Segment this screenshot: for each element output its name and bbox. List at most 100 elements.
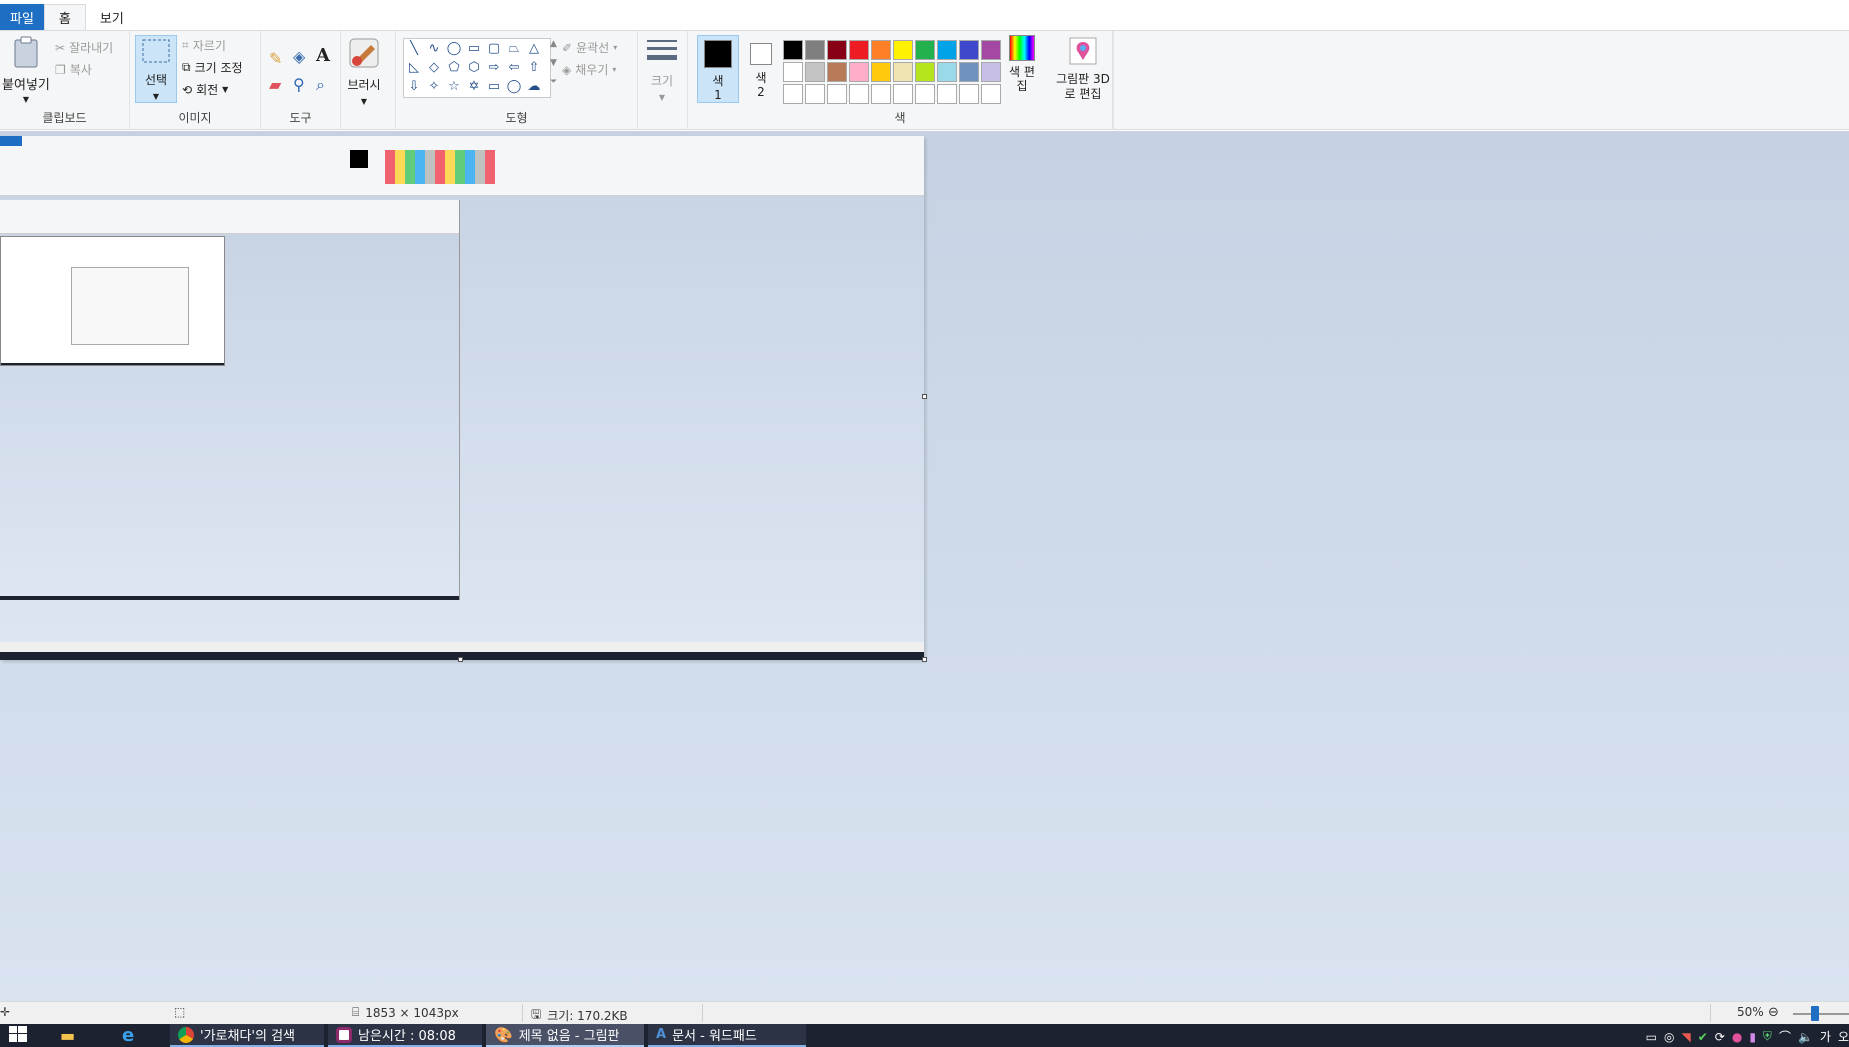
- taskbar-item-wordpad[interactable]: A 문서 - 워드패드: [648, 1024, 806, 1047]
- brush-button[interactable]: 브러시 ▼: [347, 37, 381, 106]
- right-arrow-shape-icon[interactable]: ⇨: [484, 58, 504, 77]
- palette-swatch[interactable]: [827, 84, 847, 104]
- palette-swatch[interactable]: [871, 40, 891, 60]
- drawing-canvas[interactable]: [0, 136, 924, 660]
- palette-swatch[interactable]: [959, 40, 979, 60]
- palette-swatch[interactable]: [937, 62, 957, 82]
- zoom-out-icon[interactable]: ⊖: [1768, 1005, 1779, 1020]
- copy-button[interactable]: ❐ 복사: [55, 61, 92, 78]
- zoom-slider-thumb[interactable]: [1811, 1006, 1819, 1021]
- palette-swatch[interactable]: [981, 84, 1001, 104]
- five-point-star-shape-icon[interactable]: ☆: [444, 77, 464, 96]
- app-tray-icon[interactable]: ◎: [1664, 1030, 1674, 1044]
- left-arrow-shape-icon[interactable]: ⇦: [504, 58, 524, 77]
- taskbar-item-chrome[interactable]: '가로채다'의 검색: [170, 1024, 324, 1047]
- palette-swatch[interactable]: [893, 40, 913, 60]
- four-point-star-shape-icon[interactable]: ✧: [424, 77, 444, 96]
- paste-button[interactable]: 붙여넣기 ▼: [2, 35, 50, 104]
- palette-swatch[interactable]: [805, 62, 825, 82]
- palette-swatch[interactable]: [805, 84, 825, 104]
- size-button[interactable]: 크기 ▼: [646, 37, 678, 102]
- resize-handle-right[interactable]: [922, 394, 927, 399]
- speech-bubble-shape-icon[interactable]: ▭: [484, 77, 504, 96]
- rectangle-shape-icon[interactable]: ▭: [464, 39, 484, 58]
- oval-callout-shape-icon[interactable]: ◯: [504, 77, 524, 96]
- shapes-scroll-down-icon[interactable]: ▼: [550, 58, 557, 68]
- palette-swatch[interactable]: [783, 62, 803, 82]
- select-button[interactable]: 선택 ▼: [135, 35, 177, 103]
- palette-swatch[interactable]: [915, 84, 935, 104]
- screen-icon[interactable]: ▭: [1646, 1030, 1657, 1044]
- triangle-shape-icon[interactable]: △: [524, 39, 544, 58]
- tab-view[interactable]: 보기: [86, 4, 138, 30]
- speaker-muted-icon[interactable]: ◥: [1681, 1030, 1690, 1044]
- polygon-shape-icon[interactable]: ⏢: [504, 39, 524, 58]
- palette-swatch[interactable]: [893, 84, 913, 104]
- palette-swatch[interactable]: [871, 84, 891, 104]
- tab-home[interactable]: 홈: [43, 4, 86, 30]
- zoom-slider[interactable]: [1793, 1013, 1849, 1015]
- palette-swatch[interactable]: [981, 40, 1001, 60]
- palette-swatch[interactable]: [827, 40, 847, 60]
- outline-button[interactable]: ✐ 윤곽선 ▾: [562, 39, 617, 56]
- diamond-shape-icon[interactable]: ◇: [424, 58, 444, 77]
- crop-button[interactable]: ⌗ 자르기: [182, 37, 226, 54]
- palette-swatch[interactable]: [849, 62, 869, 82]
- rotate-button[interactable]: ⟲ 회전 ▼: [182, 81, 228, 98]
- rounded-rectangle-shape-icon[interactable]: ▢: [484, 39, 504, 58]
- line-shape-icon[interactable]: ╲: [404, 39, 424, 58]
- edit-colors-button[interactable]: 색 편집: [1004, 35, 1040, 93]
- cloud-callout-shape-icon[interactable]: ☁: [524, 77, 544, 96]
- file-tray-icon[interactable]: ▮: [1749, 1030, 1756, 1044]
- fill-bucket-icon[interactable]: ◈: [293, 47, 305, 66]
- canvas-workspace[interactable]: [0, 131, 1849, 1001]
- network-icon[interactable]: ⌒: [1779, 1028, 1791, 1045]
- resize-button[interactable]: ⧉ 크기 조정: [182, 59, 243, 76]
- internet-explorer-button[interactable]: e: [114, 1024, 154, 1047]
- palette-swatch[interactable]: [805, 40, 825, 60]
- taskbar-item-timer[interactable]: 남은시간 : 08:08: [328, 1024, 482, 1047]
- clock[interactable]: 오: [1838, 1028, 1849, 1045]
- fill-button[interactable]: ◈ 채우기 ▾: [562, 61, 616, 78]
- palette-swatch[interactable]: [915, 62, 935, 82]
- palette-swatch[interactable]: [893, 62, 913, 82]
- taskbar-item-paint[interactable]: 🎨 제목 없음 - 그림판: [486, 1024, 644, 1047]
- oval-shape-icon[interactable]: ◯: [444, 39, 464, 58]
- palette-swatch[interactable]: [981, 62, 1001, 82]
- pencil-icon[interactable]: ✎: [269, 49, 282, 68]
- six-point-star-shape-icon[interactable]: ✡: [464, 77, 484, 96]
- resize-handle-corner[interactable]: [922, 657, 927, 662]
- curve-shape-icon[interactable]: ∿: [424, 39, 444, 58]
- palette-swatch[interactable]: [849, 84, 869, 104]
- palette-swatch[interactable]: [849, 40, 869, 60]
- shield-icon[interactable]: ⛨: [1763, 1029, 1772, 1044]
- palette-swatch[interactable]: [827, 62, 847, 82]
- color2-button[interactable]: 색 2: [744, 35, 778, 103]
- down-arrow-shape-icon[interactable]: ⇩: [404, 77, 424, 96]
- resize-handle-bottom[interactable]: [458, 657, 463, 662]
- right-triangle-shape-icon[interactable]: ◺: [404, 58, 424, 77]
- file-explorer-button[interactable]: ▬: [52, 1024, 92, 1047]
- magnifier-icon[interactable]: ⌕: [316, 75, 325, 95]
- shapes-gallery[interactable]: ╲ ∿ ◯ ▭ ▢ ⏢ △ ◺ ◇ ⬠ ⬡ ⇨ ⇦ ⇧ ⇩ ✧ ☆ ✡ ▭ ◯ …: [403, 38, 551, 98]
- volume-icon[interactable]: 🔈: [1798, 1030, 1813, 1044]
- shapes-scroll-up-icon[interactable]: ▲: [550, 39, 557, 49]
- tab-file[interactable]: 파일: [0, 4, 44, 30]
- eraser-icon[interactable]: ▰: [269, 75, 281, 94]
- up-arrow-shape-icon[interactable]: ⇧: [524, 58, 544, 77]
- text-tool-icon[interactable]: A: [316, 45, 330, 66]
- check-icon[interactable]: ✔: [1698, 1030, 1708, 1044]
- palette-swatch[interactable]: [937, 40, 957, 60]
- palette-swatch[interactable]: [915, 40, 935, 60]
- cut-button[interactable]: ✂ 잘라내기: [55, 39, 113, 56]
- palette-swatch[interactable]: [959, 62, 979, 82]
- edit-with-paint3d-button[interactable]: 그림판 3D로 편집: [1055, 37, 1111, 102]
- app-tray-icon[interactable]: ●: [1732, 1030, 1742, 1044]
- palette-swatch[interactable]: [871, 62, 891, 82]
- palette-swatch[interactable]: [937, 84, 957, 104]
- sync-icon[interactable]: ⟳: [1715, 1030, 1725, 1044]
- palette-swatch[interactable]: [783, 84, 803, 104]
- palette-swatch[interactable]: [959, 84, 979, 104]
- hexagon-shape-icon[interactable]: ⬡: [464, 58, 484, 77]
- start-button[interactable]: [0, 1024, 40, 1047]
